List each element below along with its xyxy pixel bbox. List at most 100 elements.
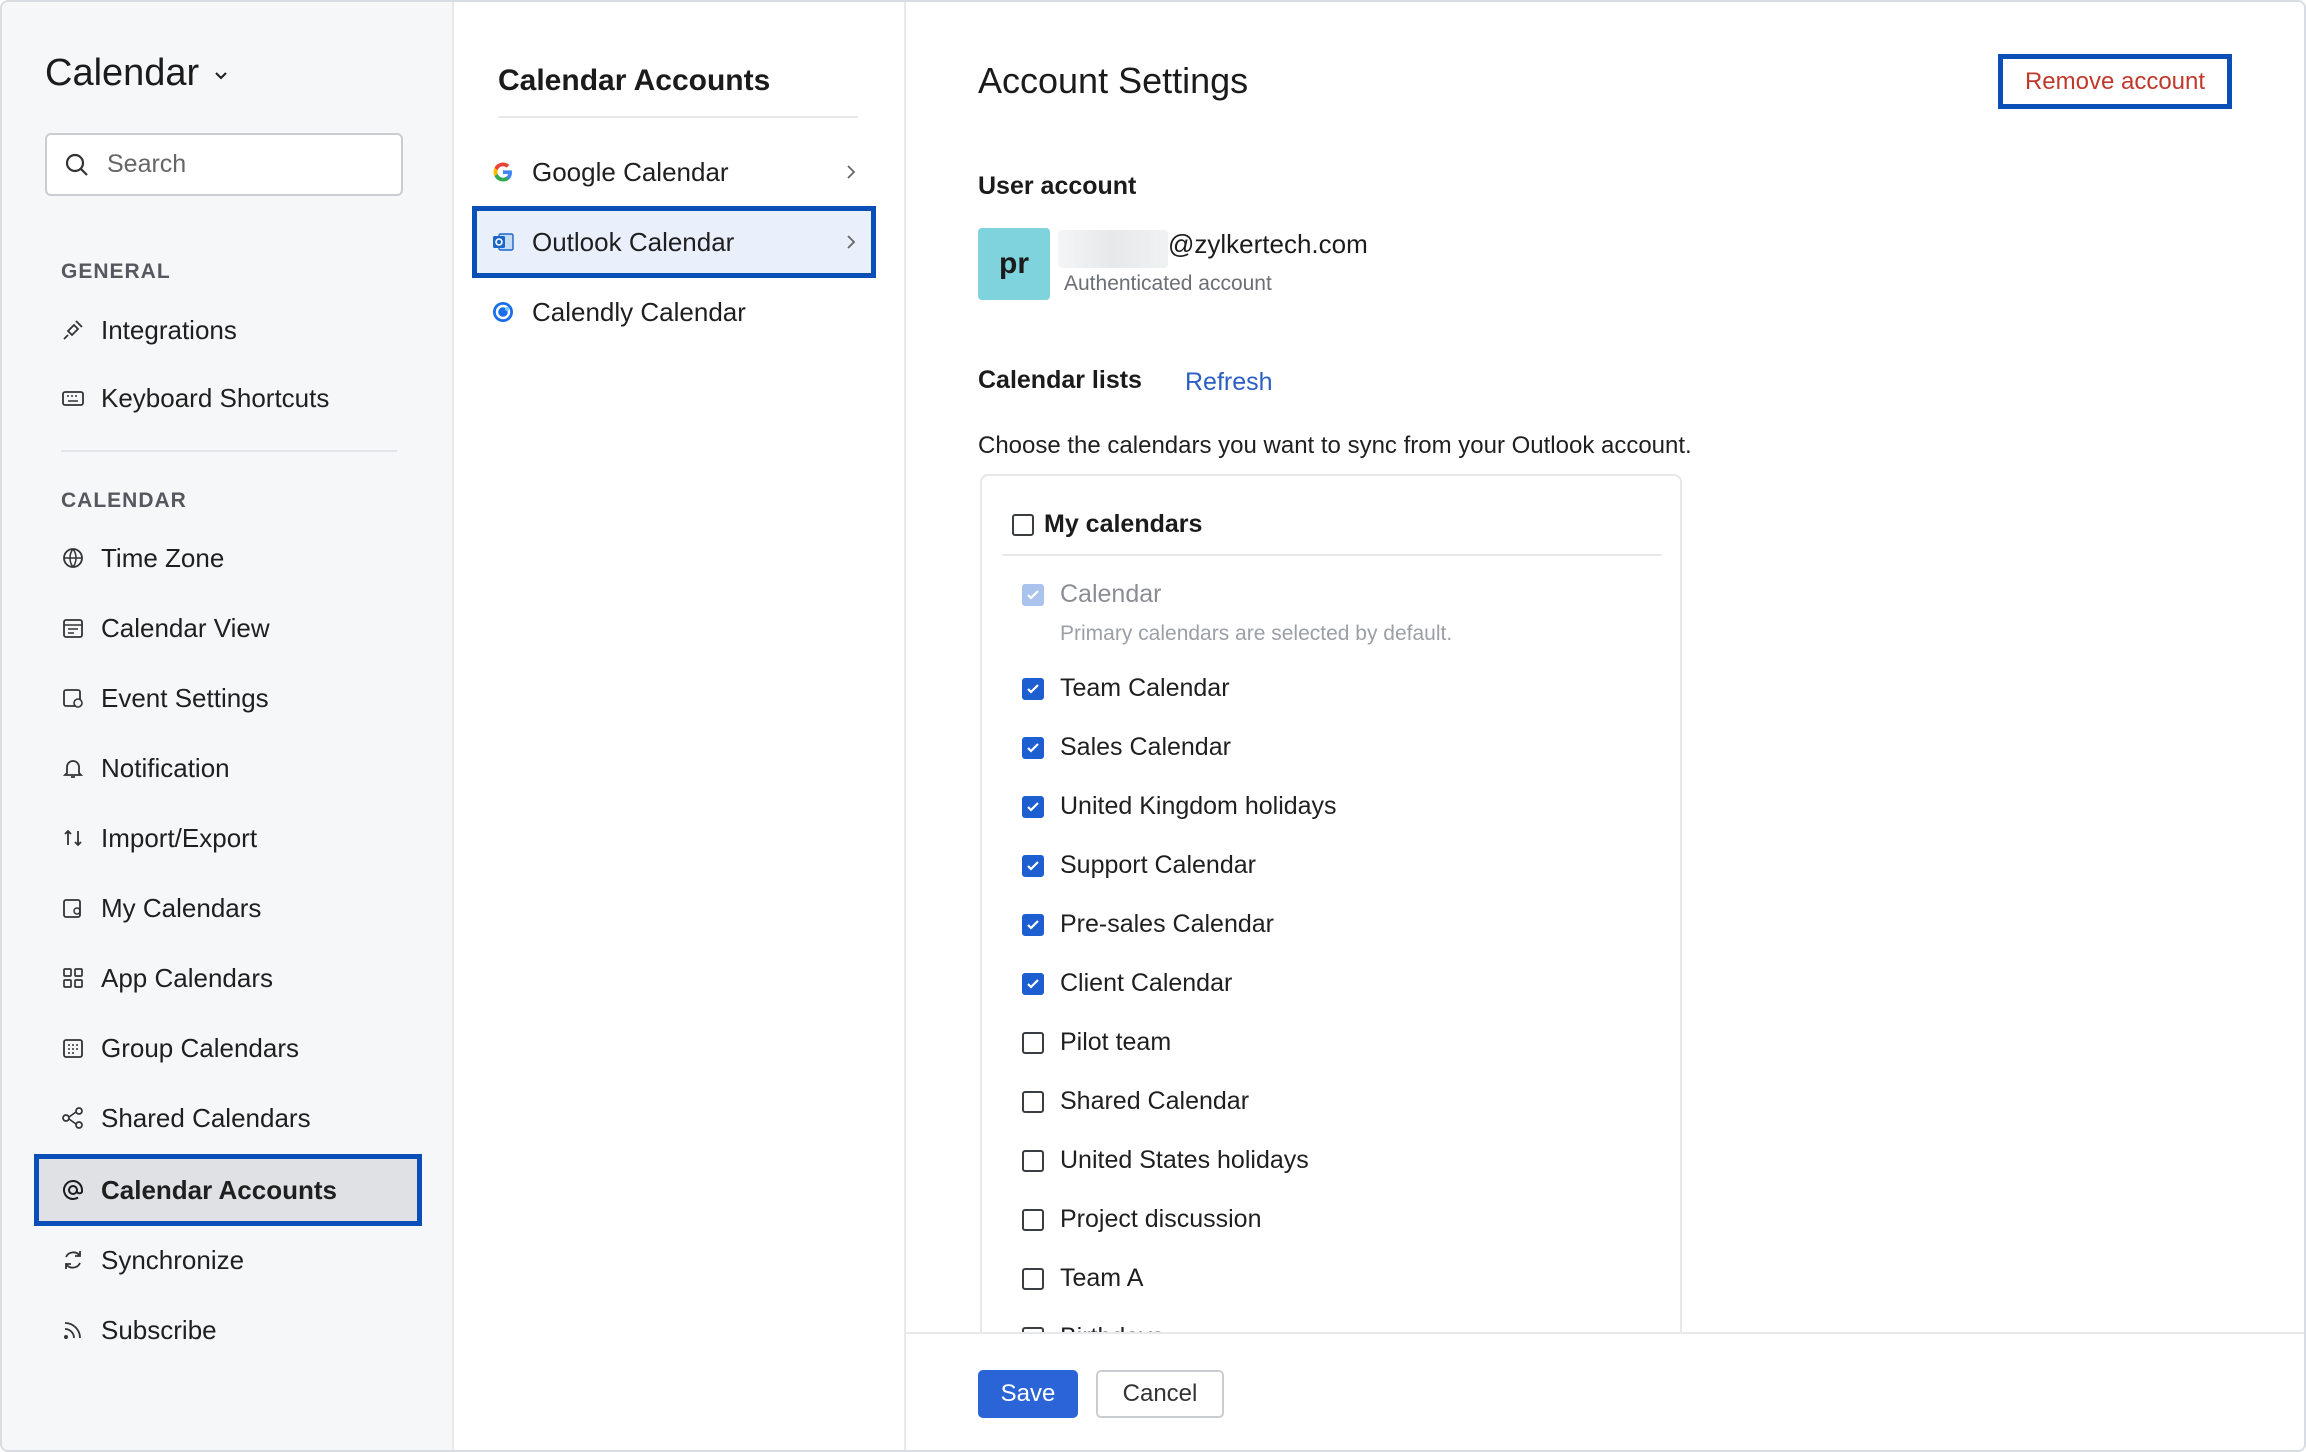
sidebar-item-label: Subscribe <box>101 1314 217 1345</box>
calendar-row[interactable]: Team A <box>1022 1264 1143 1293</box>
calendar-checkbox[interactable] <box>1022 795 1044 818</box>
sidebar-item-my-calendars[interactable]: My Calendars <box>38 876 418 940</box>
import-export-icon <box>64 829 82 847</box>
calendly-icon <box>493 302 513 322</box>
sidebar-item-shared-calendars[interactable]: Shared Calendars <box>38 1086 418 1150</box>
email-redaction <box>1058 230 1168 268</box>
primary-note: Primary calendars are selected by defaul… <box>1060 622 1453 645</box>
search-icon <box>65 153 88 176</box>
share-icon <box>62 1107 83 1129</box>
calendar-row[interactable]: Team Calendar <box>1022 674 1230 703</box>
search-box[interactable] <box>45 133 403 196</box>
calendar-row[interactable]: Client Calendar <box>1022 969 1232 998</box>
sidebar-item-label: Shared Calendars <box>101 1102 311 1133</box>
sidebar-item-integrations[interactable]: Integrations <box>38 298 418 362</box>
sidebar-item-notification[interactable]: Notification <box>38 736 418 800</box>
calendar-row-label: Client Calendar <box>1060 969 1233 997</box>
calendar-checkbox[interactable] <box>1022 972 1044 995</box>
calendar-row-label: United Kingdom holidays <box>1060 792 1337 820</box>
calendar-row-primary: Calendar <box>1022 580 1161 609</box>
sidebar-item-label: Calendar Accounts <box>101 1174 337 1205</box>
search-input[interactable] <box>105 149 399 180</box>
user-account-label: User account <box>978 172 1137 200</box>
calendar-row-label: Shared Calendar <box>1060 1087 1250 1115</box>
calendar-checkbox[interactable] <box>1022 736 1044 759</box>
calendar-row[interactable]: Pre-sales Calendar <box>1022 910 1274 939</box>
accounts-title: Calendar Accounts <box>498 64 771 97</box>
event-settings-icon <box>63 689 83 708</box>
sidebar-item-keyboard-shortcuts[interactable]: Keyboard Shortcuts <box>38 366 418 430</box>
check-icon <box>1027 683 1039 694</box>
calendar-row[interactable]: Sales Calendar <box>1022 733 1231 762</box>
calendar-view-icon <box>63 619 83 638</box>
chevron-right-icon <box>847 235 856 249</box>
sidebar-item-label: Keyboard Shortcuts <box>101 382 330 413</box>
group-calendar-icon <box>63 1039 83 1058</box>
calendar-heading: CALENDAR <box>61 489 187 512</box>
calendar-checkbox[interactable] <box>1022 1090 1044 1113</box>
my-calendars-icon <box>63 899 81 918</box>
calendar-accounts-panel: Calendar Accounts Google Calendar Outloo… <box>454 2 906 1450</box>
account-item-label: Outlook Calendar <box>532 226 735 257</box>
at-sign-icon <box>63 1180 83 1200</box>
rss-icon <box>64 1322 81 1339</box>
sidebar-item-group-calendars[interactable]: Group Calendars <box>38 1016 418 1080</box>
sidebar-item-label: My Calendars <box>101 892 262 923</box>
account-item-outlook[interactable]: Outlook Calendar <box>472 206 876 278</box>
calendar-checkbox[interactable] <box>1022 913 1044 936</box>
calendar-checkbox[interactable] <box>1022 1267 1044 1290</box>
app-window: Calendar GENERAL Integrations Keyboard S… <box>0 0 2306 1452</box>
calendar-checkbox[interactable] <box>1022 1031 1044 1054</box>
globe-icon <box>63 548 83 568</box>
app-title: Calendar <box>45 52 200 94</box>
sidebar-item-calendar-accounts[interactable]: Calendar Accounts <box>34 1154 422 1226</box>
sidebar-item-import-export[interactable]: Import/Export <box>38 806 418 870</box>
account-item-label: Calendly Calendar <box>532 296 746 327</box>
remove-account-button[interactable]: Remove account <box>1998 54 2232 109</box>
sidebar-item-synchronize[interactable]: Synchronize <box>38 1228 418 1292</box>
primary-checkbox <box>1022 583 1044 606</box>
app-switcher[interactable]: Calendar <box>45 52 229 95</box>
account-item-google[interactable]: Google Calendar <box>476 140 872 204</box>
calendar-row[interactable]: Support Calendar <box>1022 851 1256 880</box>
check-icon <box>1027 801 1039 812</box>
sidebar-item-time-zone[interactable]: Time Zone <box>38 526 418 590</box>
calendar-row-label: Calendar <box>1060 580 1162 608</box>
calendar-row-label: Sales Calendar <box>1060 733 1231 761</box>
calendar-row-label: Team A <box>1060 1264 1144 1292</box>
calendar-checkbox[interactable] <box>1022 1149 1044 1172</box>
calendar-lists-description: Choose the calendars you want to sync fr… <box>978 432 1692 459</box>
calendar-checkbox[interactable] <box>1022 854 1044 877</box>
calendar-checkbox[interactable] <box>1022 1208 1044 1231</box>
sidebar-item-calendar-view[interactable]: Calendar View <box>38 596 418 660</box>
calendar-row[interactable]: Pilot team <box>1022 1028 1171 1057</box>
calendar-row[interactable]: United States holidays <box>1022 1146 1309 1175</box>
cancel-button[interactable]: Cancel <box>1096 1370 1224 1418</box>
calendar-row[interactable]: United Kingdom holidays <box>1022 792 1337 821</box>
calendar-row-label: Pilot team <box>1060 1028 1172 1056</box>
auth-status: Authenticated account <box>1064 272 1272 295</box>
calendar-row[interactable]: Shared Calendar <box>1022 1087 1249 1116</box>
apps-grid-icon <box>63 968 83 988</box>
sidebar-divider <box>61 450 397 452</box>
calendar-row[interactable]: Project discussion <box>1022 1205 1261 1234</box>
refresh-link[interactable]: Refresh <box>1185 368 1273 397</box>
sidebar-item-event-settings[interactable]: Event Settings <box>38 666 418 730</box>
account-settings-panel: Account Settings Remove account User acc… <box>906 2 2304 1450</box>
sidebar-item-label: Event Settings <box>101 682 269 713</box>
calendar-row-label: Team Calendar <box>1060 674 1230 702</box>
save-button[interactable]: Save <box>978 1370 1078 1418</box>
account-item-calendly[interactable]: Calendly Calendar <box>476 280 872 344</box>
group-checkbox[interactable] <box>1012 513 1034 536</box>
sidebar-item-label: Notification <box>101 752 230 783</box>
sidebar-item-app-calendars[interactable]: App Calendars <box>38 946 418 1010</box>
sidebar-item-label: App Calendars <box>101 962 273 993</box>
accounts-divider <box>498 116 858 118</box>
sync-icon <box>65 1251 81 1269</box>
sidebar-item-label: Calendar View <box>101 612 270 643</box>
sidebar-item-subscribe[interactable]: Subscribe <box>38 1298 418 1362</box>
my-calendars-group[interactable]: My calendars <box>1012 510 1202 539</box>
check-icon <box>1027 978 1039 989</box>
calendar-checkbox[interactable] <box>1022 677 1044 700</box>
avatar: pr <box>978 228 1050 300</box>
